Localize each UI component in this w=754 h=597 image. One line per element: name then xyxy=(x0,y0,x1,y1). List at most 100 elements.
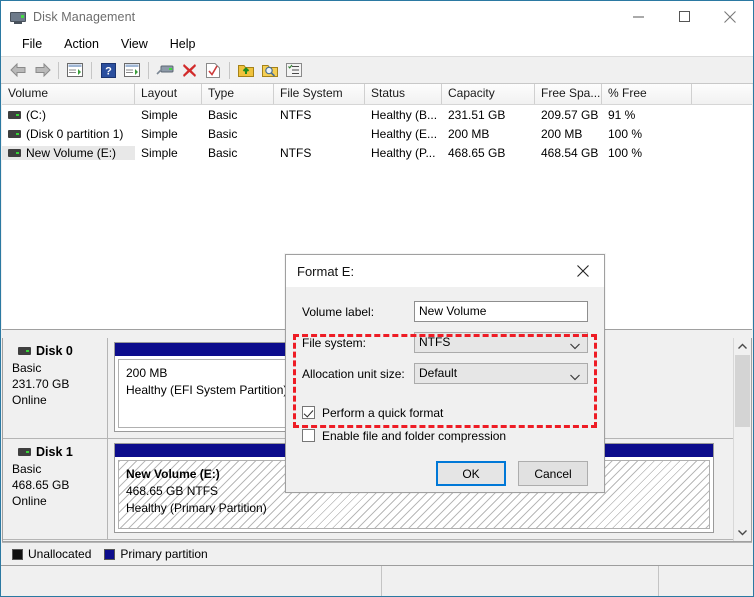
scrollbar-thumb[interactable] xyxy=(735,355,750,427)
checkbox-row-quick-format[interactable]: Perform a quick format xyxy=(286,401,604,424)
compression-checkbox[interactable] xyxy=(302,429,315,442)
cell-status: Healthy (P... xyxy=(371,145,436,160)
column-header-file-system[interactable]: File System xyxy=(274,84,365,104)
field-row-volume-label: Volume label: New Volume xyxy=(286,296,604,327)
toolbar-separator xyxy=(91,61,92,79)
disk-type-0: Basic xyxy=(12,361,42,375)
disk-info-1: Disk 1 Basic 468.65 GB Online xyxy=(3,439,108,539)
delete-icon[interactable] xyxy=(177,59,201,81)
vertical-scrollbar[interactable] xyxy=(733,338,751,541)
close-icon[interactable] xyxy=(707,1,753,32)
cell-volume: (C:) xyxy=(26,107,46,122)
window-controls xyxy=(615,1,753,32)
drive-icon xyxy=(8,110,21,119)
disk-type-1: Basic xyxy=(12,462,42,476)
column-header-spacer xyxy=(692,84,752,104)
allocation-unit-size-select[interactable]: Default xyxy=(414,363,588,384)
cell-layout: Simple xyxy=(141,126,178,141)
window-title: Disk Management xyxy=(33,9,136,24)
table-row[interactable]: (Disk 0 partition 1) Simple Basic Health… xyxy=(2,124,752,143)
quick-format-checkbox[interactable] xyxy=(302,406,315,419)
partition-color-bar xyxy=(115,343,298,356)
menu-item-help[interactable]: Help xyxy=(159,34,207,54)
column-header-free-space[interactable]: Free Spa... xyxy=(535,84,602,104)
disk-name-0: Disk 0 xyxy=(10,344,107,358)
disk-icon xyxy=(18,347,31,355)
cell-capacity: 468.65 GB xyxy=(448,145,506,160)
export-icon[interactable] xyxy=(234,59,258,81)
dialog-button-row: OK Cancel xyxy=(424,461,588,486)
help-icon[interactable]: ? xyxy=(96,59,120,81)
partition-size: 200 MB xyxy=(126,366,168,380)
disk-state-1: Online xyxy=(12,494,47,508)
column-header-layout[interactable]: Layout xyxy=(135,84,202,104)
cell-free-space: 209.57 GB xyxy=(541,107,599,122)
file-system-select[interactable]: NTFS xyxy=(414,332,588,353)
column-header-volume[interactable]: Volume xyxy=(2,84,135,104)
status-bar-segment-main xyxy=(1,566,382,596)
cancel-button[interactable]: Cancel xyxy=(518,461,588,486)
disk-management-icon xyxy=(10,9,26,25)
table-row[interactable]: (C:) Simple Basic NTFS Healthy (B... 231… xyxy=(2,105,752,124)
partition-details: 200 MB Healthy (EFI System Partition) xyxy=(118,359,295,428)
minimize-icon[interactable] xyxy=(615,1,661,32)
scrollbar-track[interactable] xyxy=(734,355,751,524)
disk-capacity-1: 468.65 GB xyxy=(12,478,70,492)
quick-format-label: Perform a quick format xyxy=(322,405,444,420)
cell-capacity: 200 MB xyxy=(448,126,490,141)
drive-icon xyxy=(8,148,21,157)
chevron-down-icon xyxy=(570,339,580,353)
check-icon[interactable] xyxy=(201,59,225,81)
legend-swatch-unallocated xyxy=(12,548,23,560)
scroll-down-arrow-icon[interactable] xyxy=(734,524,751,541)
rescan-disks-icon[interactable] xyxy=(153,59,177,81)
dialog-title: Format E: xyxy=(297,263,355,279)
partition-status: Healthy (Primary Partition) xyxy=(126,501,267,515)
disk-management-window: Disk Management File Action View Help ? … xyxy=(0,0,754,597)
format-dialog: Format E: Volume label: New Volume File … xyxy=(285,254,605,493)
checkbox-row-compression[interactable]: Enable file and folder compression xyxy=(286,424,604,447)
status-bar xyxy=(1,565,753,596)
dialog-title-bar: Format E: xyxy=(286,255,604,287)
title-bar: Disk Management xyxy=(1,1,753,32)
toolbar-separator xyxy=(229,61,230,79)
search-icon[interactable] xyxy=(258,59,282,81)
partition-status: Healthy (EFI System Partition) xyxy=(126,383,288,397)
volume-label-input[interactable]: New Volume xyxy=(414,301,588,322)
ok-button[interactable]: OK xyxy=(436,461,506,486)
menu-item-file[interactable]: File xyxy=(11,34,53,54)
volume-label-label: Volume label: xyxy=(302,304,375,319)
disk-state-0: Online xyxy=(12,393,47,407)
toolbar-separator xyxy=(58,61,59,79)
volume-list-header: Volume Layout Type File System Status Ca… xyxy=(2,84,752,105)
list-view-icon[interactable] xyxy=(282,59,306,81)
chevron-down-icon xyxy=(570,370,580,384)
show-hide-console-tree-icon[interactable] xyxy=(63,59,87,81)
column-header-status[interactable]: Status xyxy=(365,84,442,104)
disk-icon xyxy=(18,448,31,456)
cell-volume: New Volume (E:) xyxy=(26,145,117,160)
dialog-body: Volume label: New Volume File system: NT… xyxy=(286,296,604,501)
maximize-icon[interactable] xyxy=(661,1,707,32)
column-header-type[interactable]: Type xyxy=(202,84,274,104)
partition-0-0[interactable]: 200 MB Healthy (EFI System Partition) xyxy=(114,342,299,432)
menu-item-action[interactable]: Action xyxy=(53,34,110,54)
toolbar-separator xyxy=(148,61,149,79)
properties-icon[interactable] xyxy=(120,59,144,81)
menu-item-view[interactable]: View xyxy=(110,34,159,54)
compression-label: Enable file and folder compression xyxy=(322,428,507,443)
forward-arrow-icon[interactable] xyxy=(30,59,54,81)
close-icon[interactable] xyxy=(562,255,604,287)
column-header-capacity[interactable]: Capacity xyxy=(442,84,535,104)
allocation-unit-size-label: Allocation unit size: xyxy=(302,366,405,381)
table-row[interactable]: New Volume (E:) Simple Basic NTFS Health… xyxy=(2,143,752,162)
legend-label-primary-partition: Primary partition xyxy=(120,547,208,561)
cell-status: Healthy (B... xyxy=(371,107,438,122)
allocation-unit-size-value: Default xyxy=(419,366,458,380)
column-header-percent-free[interactable]: % Free xyxy=(602,84,692,104)
back-arrow-icon[interactable] xyxy=(6,59,30,81)
scroll-up-arrow-icon[interactable] xyxy=(734,338,751,355)
cell-file-system: NTFS xyxy=(280,107,312,122)
cell-free-space: 200 MB xyxy=(541,126,583,141)
legend: Unallocated Primary partition xyxy=(2,542,752,565)
